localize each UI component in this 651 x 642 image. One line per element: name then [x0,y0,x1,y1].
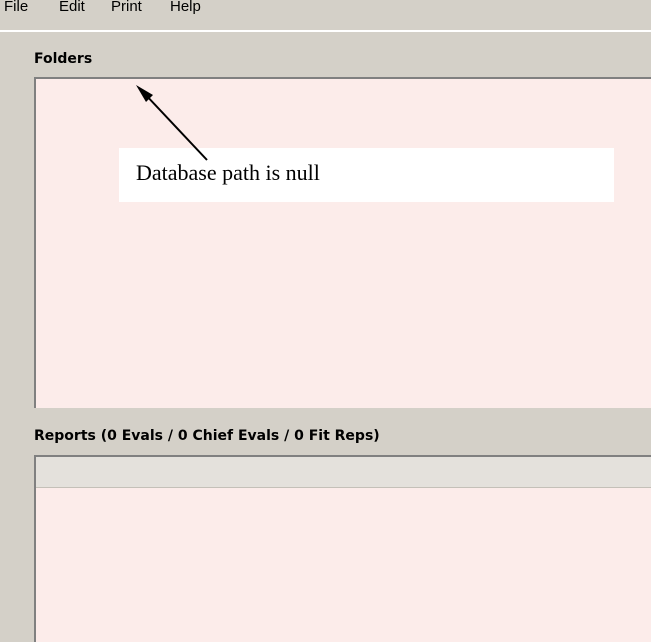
menu-edit[interactable]: Edit [59,0,85,15]
reports-list[interactable] [34,455,651,642]
menu-file[interactable]: File [4,0,28,15]
menu-help[interactable]: Help [170,0,201,15]
reports-label: Reports (0 Evals / 0 Chief Evals / 0 Fit… [34,428,380,444]
annotation-box: Database path is null [119,148,614,202]
menu-print[interactable]: Print [111,0,142,15]
folders-label: Folders [34,51,93,67]
menu-bar: File Edit Print Help [0,0,651,30]
reports-list-header[interactable] [36,457,651,488]
menu-separator [0,30,651,32]
annotation-text: Database path is null [136,160,320,185]
folders-tree[interactable] [34,77,651,408]
